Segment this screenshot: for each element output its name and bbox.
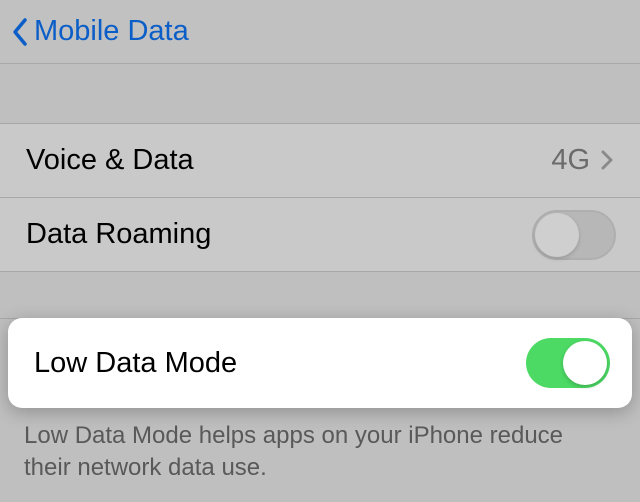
data-roaming-row: Data Roaming [0,198,640,272]
voice-and-data-value: 4G [551,144,590,177]
toggle-knob [563,341,607,385]
voice-and-data-label: Voice & Data [26,144,551,177]
low-data-mode-label: Low Data Mode [34,347,526,380]
data-roaming-toggle[interactable] [532,210,616,260]
nav-bar: Mobile Data [0,0,640,64]
data-roaming-label: Data Roaming [26,218,532,251]
voice-and-data-row[interactable]: Voice & Data 4G [0,124,640,198]
chevron-left-icon[interactable] [10,15,30,49]
chevron-right-icon [600,149,616,173]
section-spacer [0,64,640,124]
section-spacer [0,272,640,319]
section-footer-text: Low Data Mode helps apps on your iPhone … [24,420,616,485]
low-data-mode-row: Low Data Mode [8,318,632,408]
low-data-mode-toggle[interactable] [526,338,610,388]
back-button-label[interactable]: Mobile Data [34,15,189,48]
toggle-knob [535,213,579,257]
